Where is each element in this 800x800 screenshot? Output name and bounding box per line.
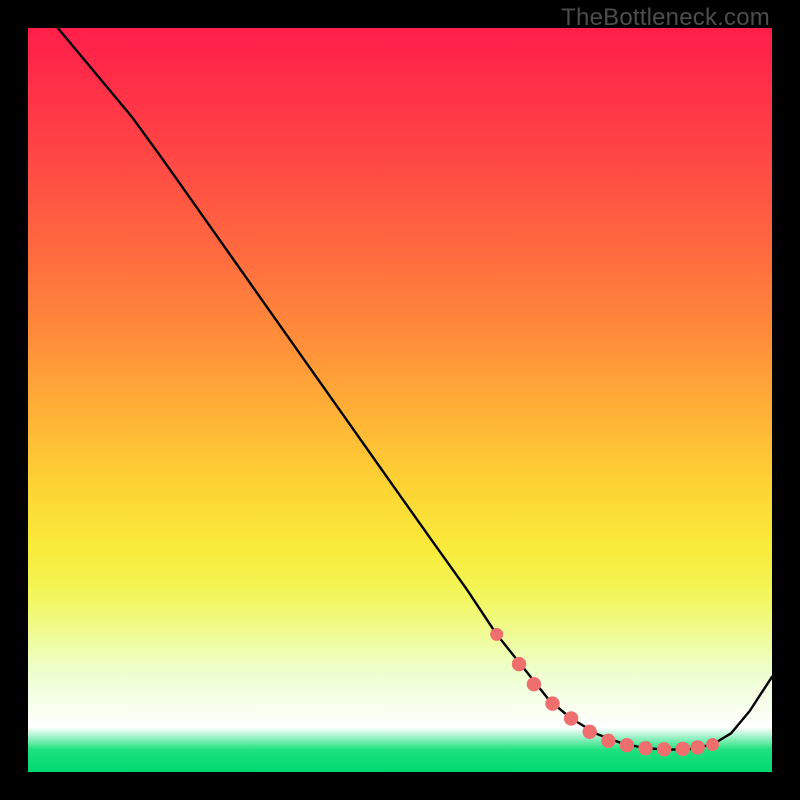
highlight-dot [564,711,578,725]
gradient-plot-area [28,28,772,772]
highlight-dot [676,742,690,756]
highlight-dot [638,741,652,755]
highlight-dot [601,734,615,748]
highlight-dot [545,696,559,710]
curve-svg [28,28,772,772]
highlight-dot [512,657,526,671]
highlight-dot [620,738,634,752]
highlight-dot [657,742,671,756]
highlight-dots [490,628,719,757]
highlight-dot [527,677,541,691]
bottleneck-curve [58,28,772,750]
chart-frame: TheBottleneck.com [0,0,800,800]
highlight-dot [706,738,719,751]
highlight-dot [490,628,503,641]
highlight-dot [690,740,704,754]
highlight-dot [583,725,597,739]
